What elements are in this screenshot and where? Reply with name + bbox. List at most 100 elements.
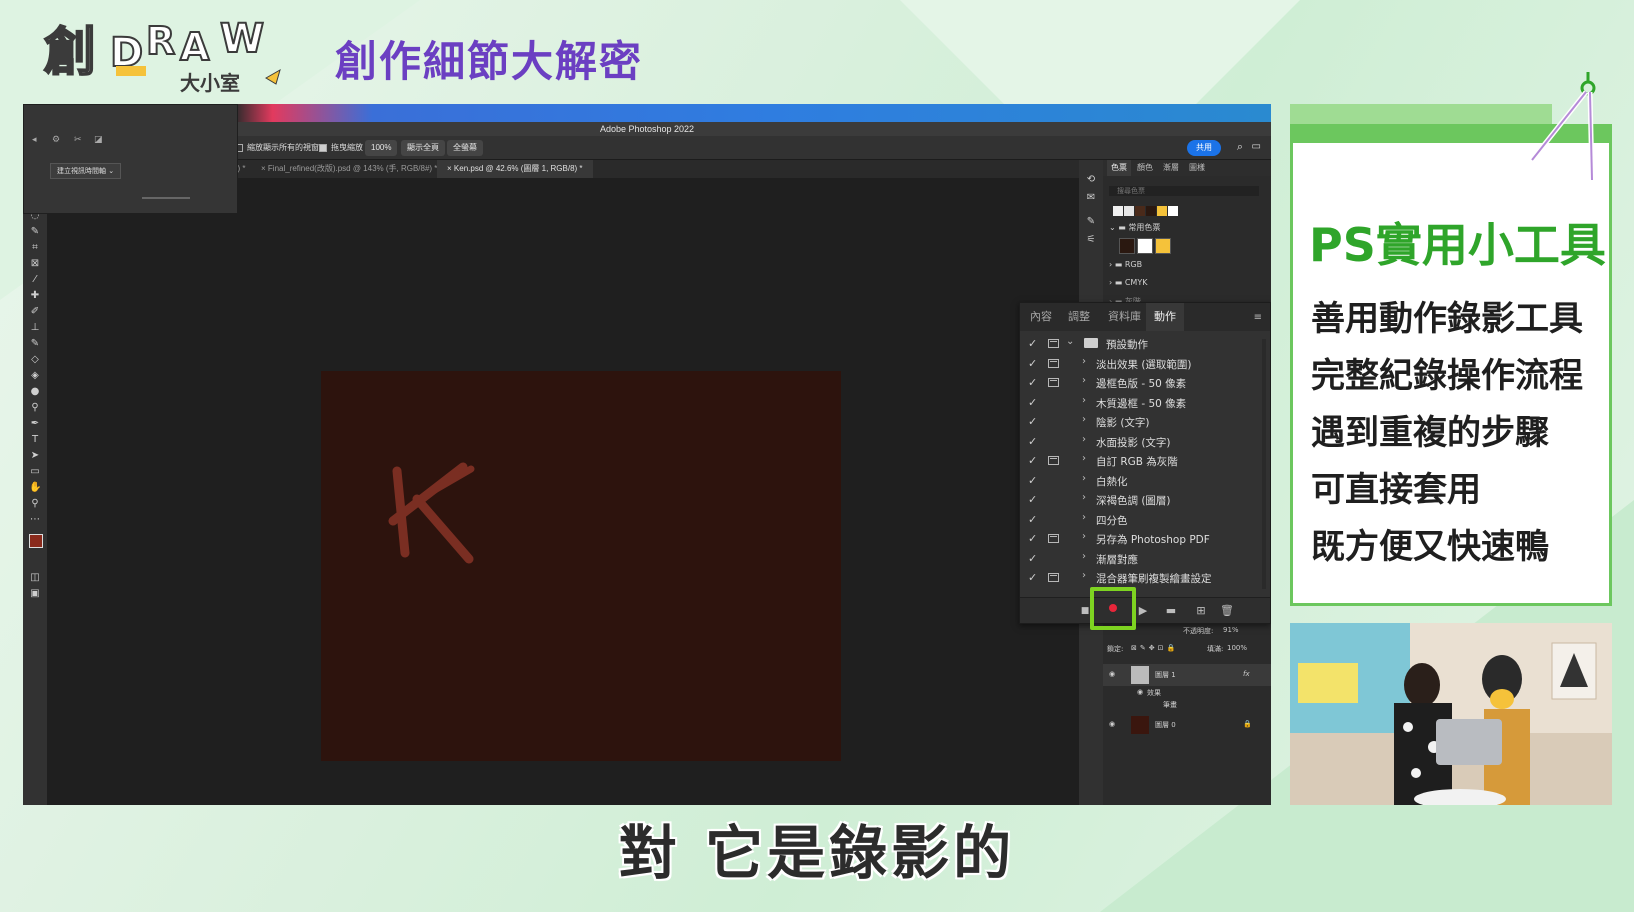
tab-actions[interactable]: 動作	[1146, 303, 1184, 331]
chevron-right-icon[interactable]: ›	[1082, 414, 1086, 425]
action-row[interactable]: ✓ › 邊框色版 - 50 像素	[1020, 374, 1260, 394]
action-row[interactable]: ✓ › 深褐色調 (圖層)	[1020, 491, 1260, 511]
swatch-group-common[interactable]: ⌄ ▬ 常用色票	[1109, 222, 1160, 233]
swatch-group-cmyk[interactable]: › ▬ CMYK	[1109, 278, 1147, 287]
share-button[interactable]: 共用	[1187, 140, 1221, 156]
recent-swatch[interactable]	[1168, 206, 1178, 216]
toggle-check-icon[interactable]: ✓	[1028, 571, 1040, 584]
chevron-right-icon[interactable]: ›	[1082, 375, 1086, 386]
common-swatch[interactable]	[1119, 238, 1135, 254]
tab-color[interactable]: 顏色	[1133, 160, 1157, 176]
swatch-group-rgb[interactable]: › ▬ RGB	[1109, 260, 1142, 269]
recent-swatch[interactable]	[1135, 206, 1145, 216]
swatch-search-input[interactable]: 搜尋色票	[1109, 186, 1259, 196]
scissors-icon[interactable]: ✂	[74, 135, 82, 145]
dialog-toggle-icon[interactable]	[1048, 378, 1059, 387]
dialog-toggle-icon[interactable]	[1048, 456, 1059, 465]
recent-swatch[interactable]	[1113, 206, 1123, 216]
create-video-timeline-button[interactable]: 建立視訊時間軸 ⌄	[50, 163, 122, 179]
stamp-tool-icon[interactable]: ⊥	[29, 322, 41, 334]
lock-icon[interactable]: 🔒	[1243, 720, 1252, 728]
toggle-check-icon[interactable]: ✓	[1028, 435, 1040, 448]
chevron-right-icon[interactable]: ›	[1082, 453, 1086, 464]
action-row[interactable]: ✓ › 淡出效果 (選取範圍)	[1020, 355, 1260, 375]
fill-screen-button[interactable]: 全螢幕	[447, 140, 483, 156]
chevron-right-icon[interactable]: ›	[1082, 492, 1086, 503]
action-row[interactable]: ✓ › 另存為 Photoshop PDF	[1020, 530, 1260, 550]
chevron-down-icon[interactable]: ⌄	[1066, 336, 1074, 347]
dialog-toggle-icon[interactable]	[1048, 534, 1059, 543]
new-set-folder-icon[interactable]: ▬	[1164, 604, 1178, 618]
scrubby-zoom-checkbox[interactable]	[319, 144, 327, 152]
brush-settings-icon[interactable]: ✎	[1085, 216, 1097, 228]
play-icon[interactable]: ▶	[1136, 604, 1150, 618]
layer-row-1[interactable]: ◉ 圖層 1 fx	[1103, 664, 1271, 686]
doc-tab-active[interactable]: × Ken.psd @ 42.6% (圖層 1, RGB/8) *	[437, 160, 593, 178]
transition-icon[interactable]: ◪	[94, 135, 103, 145]
doc-tab-2[interactable]: × Final_refined(改版).psd @ 143% (手, RGB/8…	[251, 160, 447, 178]
action-row[interactable]: ✓ › 陰影 (文字)	[1020, 413, 1260, 433]
action-row[interactable]: ✓ › 水面投影 (文字)	[1020, 433, 1260, 453]
type-tool-icon[interactable]: T	[29, 434, 41, 446]
search-icon[interactable]: ⌕	[1237, 141, 1243, 154]
action-row[interactable]: ✓ › 四分色	[1020, 511, 1260, 531]
fit-screen-button[interactable]: 顯示全頁	[401, 140, 445, 156]
workspace-icon[interactable]: ▭	[1252, 141, 1261, 152]
comments-icon[interactable]: ✉	[1085, 192, 1097, 204]
toggle-check-icon[interactable]: ✓	[1028, 376, 1040, 389]
adjust-icon[interactable]: ⚟	[1085, 234, 1097, 246]
effects-eye-icon[interactable]: ◉	[1137, 688, 1143, 696]
history-icon[interactable]: ⟲	[1085, 174, 1097, 186]
eyedropper-tool-icon[interactable]: ⁄	[29, 274, 41, 286]
toggle-check-icon[interactable]: ✓	[1028, 493, 1040, 506]
toggle-check-icon[interactable]: ✓	[1028, 415, 1040, 428]
settings-icon[interactable]: ⚙	[52, 135, 60, 145]
dodge-tool-icon[interactable]: ⚲	[29, 402, 41, 414]
document-canvas[interactable]	[321, 371, 841, 761]
toggle-check-icon[interactable]: ✓	[1028, 513, 1040, 526]
healing-tool-icon[interactable]: ✚	[29, 290, 41, 302]
common-swatch[interactable]	[1155, 238, 1171, 254]
recent-swatch[interactable]	[1146, 206, 1156, 216]
history-brush-icon[interactable]: ✎	[29, 338, 41, 350]
pen-tool-icon[interactable]: ✒	[29, 418, 41, 430]
toggle-check-icon[interactable]: ✓	[1028, 552, 1040, 565]
zoom-tool-icon[interactable]: ⚲	[29, 498, 41, 510]
recent-swatch[interactable]	[1157, 206, 1167, 216]
action-row[interactable]: ✓ › 自訂 RGB 為灰階	[1020, 452, 1260, 472]
chevron-right-icon[interactable]: ›	[1082, 395, 1086, 406]
chevron-right-icon[interactable]: ›	[1082, 570, 1086, 581]
quick-select-tool-icon[interactable]: ✎	[29, 226, 41, 238]
frame-tool-icon[interactable]: ⊠	[29, 258, 41, 270]
tab-patterns[interactable]: 圖樣	[1185, 160, 1209, 176]
blur-tool-icon[interactable]: ●	[29, 386, 41, 398]
panel-menu-icon[interactable]: ≡	[1254, 312, 1262, 323]
fill-value[interactable]: 100%	[1227, 644, 1247, 652]
toggle-check-icon[interactable]: ✓	[1028, 454, 1040, 467]
zoom-slider[interactable]	[142, 197, 190, 199]
trash-icon[interactable]: 🗑	[1220, 604, 1234, 618]
fx-icon[interactable]: fx	[1243, 670, 1250, 678]
chevron-right-icon[interactable]: ›	[1082, 551, 1086, 562]
record-button-icon[interactable]	[1109, 604, 1117, 612]
lock-icons[interactable]: ⊠✎✥⊡🔒	[1131, 644, 1178, 652]
action-row[interactable]: ✓ › 混合器筆刷複製繪畫設定	[1020, 569, 1260, 585]
action-row[interactable]: ✓ › 白熱化	[1020, 472, 1260, 492]
canvas-area[interactable]	[47, 178, 1079, 805]
toggle-check-icon[interactable]: ✓	[1028, 474, 1040, 487]
chevron-right-icon[interactable]: ›	[1082, 473, 1086, 484]
dialog-toggle-icon[interactable]	[1048, 358, 1059, 368]
actions-scrollbar[interactable]	[1262, 339, 1266, 589]
paint-bucket-icon[interactable]: ◈	[29, 370, 41, 382]
brush-tool-icon[interactable]: ✐	[29, 306, 41, 318]
tab-adjustments[interactable]: 調整	[1060, 303, 1098, 331]
tab-properties[interactable]: 內容	[1022, 303, 1060, 331]
hand-tool-icon[interactable]: ✋	[29, 482, 41, 494]
chevron-right-icon[interactable]: ›	[1082, 512, 1086, 523]
visibility-eye-icon[interactable]: ◉	[1109, 720, 1115, 728]
foreground-color-icon[interactable]	[29, 534, 43, 548]
toggle-check-icon[interactable]: ✓	[1028, 337, 1040, 350]
dialog-toggle-icon[interactable]	[1048, 573, 1059, 582]
chevron-right-icon[interactable]: ›	[1082, 434, 1086, 445]
action-row[interactable]: ✓ › 木質邊框 - 50 像素	[1020, 394, 1260, 414]
